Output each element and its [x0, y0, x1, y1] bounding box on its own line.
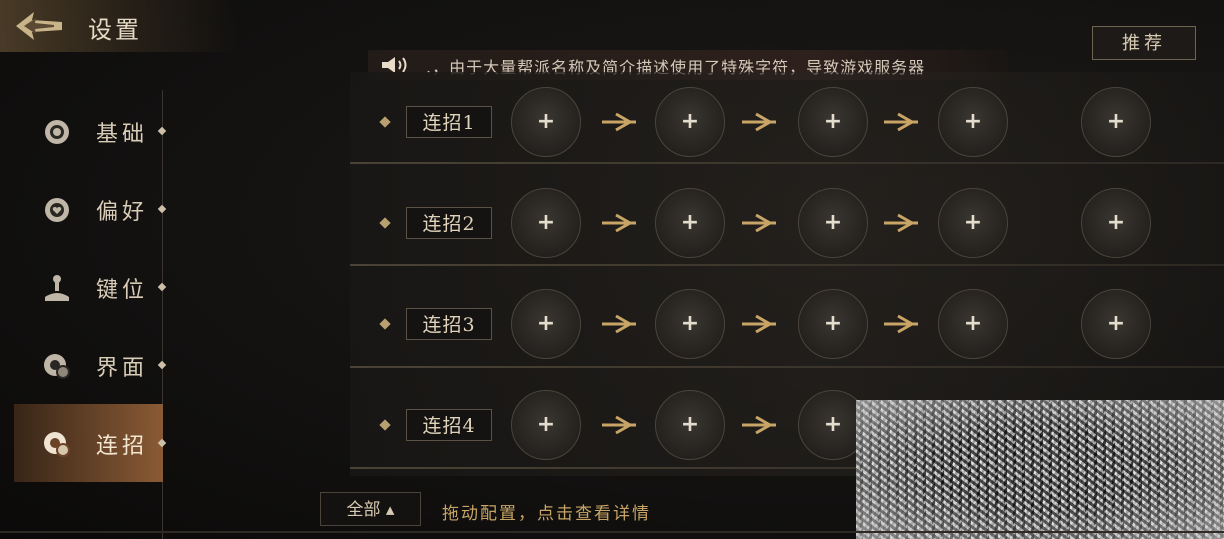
row-diamond-icon [379, 217, 391, 229]
combo-slot-4[interactable]: + [938, 289, 1008, 359]
arrow-right-icon [602, 314, 636, 334]
combo-slot-2[interactable]: + [655, 188, 725, 258]
combo-slot-2[interactable]: + [655, 87, 725, 157]
arrow-right-icon [602, 112, 636, 132]
flower-icon [45, 120, 69, 144]
combo-row-3: 连招3 + + + + + [350, 274, 1224, 375]
arrow-right-icon [742, 314, 776, 334]
recommend-button[interactable]: 推荐 [1092, 26, 1196, 60]
combo-slot-1[interactable]: + [511, 188, 581, 258]
combo-slot-5[interactable]: + [1081, 289, 1151, 359]
sidebar-item-label: 界面 [96, 356, 149, 381]
row-divider [350, 162, 1224, 164]
combo-slot-3[interactable]: + [798, 188, 868, 258]
plus-icon: + [680, 412, 700, 437]
heart-flower-icon [45, 198, 69, 222]
plus-icon: + [963, 210, 983, 235]
plus-icon: + [823, 210, 843, 235]
combo-slot-2[interactable]: + [655, 390, 725, 460]
arrow-right-icon [742, 112, 776, 132]
plus-icon: + [823, 311, 843, 336]
plus-icon: + [680, 210, 700, 235]
bottom-divider [0, 531, 1224, 533]
plus-icon: + [680, 109, 700, 134]
filter-dropdown[interactable]: 全部 ▴ [320, 492, 421, 526]
row-divider [350, 264, 1224, 266]
plus-icon: + [1106, 109, 1126, 134]
combo-slot-1[interactable]: + [511, 87, 581, 157]
back-button[interactable] [14, 10, 64, 42]
row-diamond-icon [379, 318, 391, 330]
sidebar-dot [157, 360, 167, 370]
combo-name-label[interactable]: 连招2 [406, 207, 492, 239]
sidebar-item-interface[interactable]: 界面 [14, 326, 167, 404]
combo-slot-1[interactable]: + [511, 390, 581, 460]
arrow-right-icon [884, 314, 918, 334]
page-title: 设置 [88, 16, 142, 44]
combo-slot-3[interactable]: + [798, 289, 868, 359]
plus-icon: + [536, 311, 556, 336]
arrow-right-icon [742, 415, 776, 435]
sidebar-item-preference[interactable]: 偏好 [14, 170, 167, 248]
sidebar-dot [157, 438, 167, 448]
combo-slot-3[interactable]: + [798, 87, 868, 157]
plus-icon: + [536, 210, 556, 235]
combo-slot-5[interactable]: + [1081, 188, 1151, 258]
combo-slot-4[interactable]: + [938, 87, 1008, 157]
settings-sidebar: 基础 偏好 键位 界面 连招 [0, 90, 170, 539]
plus-icon: + [823, 109, 843, 134]
joystick-icon [45, 275, 69, 301]
sidebar-item-label: 键位 [96, 278, 149, 303]
sidebar-item-label: 偏好 [96, 200, 149, 225]
obscured-overlay [856, 400, 1224, 539]
row-divider [350, 366, 1224, 368]
sidebar-dot [157, 126, 167, 136]
combo-row-1: 连招1 + + + + + [350, 72, 1224, 173]
combo-gear-icon [44, 432, 70, 457]
arrow-right-icon [884, 112, 918, 132]
combo-slot-1[interactable]: + [511, 289, 581, 359]
plus-icon: + [680, 311, 700, 336]
combo-name-label[interactable]: 连招4 [406, 409, 492, 441]
sidebar-item-basic[interactable]: 基础 [14, 92, 167, 170]
combo-name-label[interactable]: 连招3 [406, 308, 492, 340]
plus-icon: + [536, 412, 556, 437]
combo-slot-2[interactable]: + [655, 289, 725, 359]
plus-icon: + [1106, 311, 1126, 336]
drag-hint-text: 拖动配置，点击查看详情 [442, 504, 651, 524]
plus-icon: + [536, 109, 556, 134]
sidebar-dot [157, 282, 167, 292]
sidebar-item-label: 基础 [96, 122, 149, 147]
interface-gear-icon [44, 354, 70, 379]
row-diamond-icon [379, 116, 391, 128]
arrow-right-icon [884, 213, 918, 233]
sidebar-item-combo[interactable]: 连招 [14, 404, 167, 482]
plus-icon: + [963, 109, 983, 134]
arrow-right-icon [602, 213, 636, 233]
sidebar-item-keybind[interactable]: 键位 [14, 248, 167, 326]
combo-row-2: 连招2 + + + + + [350, 173, 1224, 274]
sidebar-dot [157, 204, 167, 214]
arrow-right-icon [602, 415, 636, 435]
sidebar-item-label: 连招 [96, 434, 149, 459]
header-bar: 设置 [0, 0, 240, 52]
row-diamond-icon [379, 419, 391, 431]
combo-slot-5[interactable]: + [1081, 87, 1151, 157]
plus-icon: + [963, 311, 983, 336]
combo-slot-4[interactable]: + [938, 188, 1008, 258]
combo-name-label[interactable]: 连招1 [406, 106, 492, 138]
plus-icon: + [1106, 210, 1126, 235]
back-arrow-icon [16, 12, 62, 40]
arrow-right-icon [742, 213, 776, 233]
